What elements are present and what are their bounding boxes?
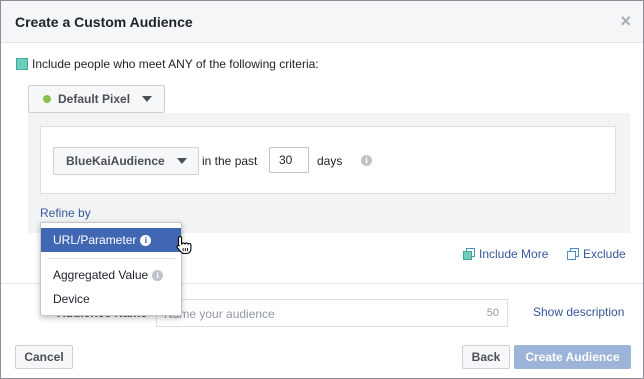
info-icon[interactable]: i — [361, 155, 372, 166]
audience-source-dropdown[interactable]: BlueKaiAudience — [53, 147, 199, 175]
menu-item-device[interactable]: Device — [41, 287, 181, 311]
criteria-text: Include people who meet ANY of the follo… — [32, 57, 319, 71]
dialog-title: Create a Custom Audience — [15, 14, 193, 30]
include-more-label: Include More — [479, 247, 549, 261]
menu-divider — [47, 258, 175, 259]
char-count: 50 — [486, 307, 499, 319]
info-icon: i — [152, 269, 164, 281]
pixel-label: Default Pixel — [58, 92, 131, 106]
chevron-down-icon — [142, 96, 153, 102]
criteria-row: Include people who meet ANY of the follo… — [16, 57, 319, 71]
hand-cursor-icon — [176, 235, 192, 255]
pixel-dropdown-button[interactable]: Default Pixel — [28, 85, 166, 113]
in-past-text: in the past — [202, 154, 258, 168]
include-more-icon — [463, 248, 475, 260]
exclude-link[interactable]: Exclude — [567, 247, 626, 261]
rule-box: BlueKaiAudience in the past 30 days i — [40, 126, 616, 194]
create-audience-button[interactable]: Create Audience — [514, 345, 631, 369]
menu-item-label: URL/Parameter — [53, 233, 137, 247]
create-custom-audience-dialog: Create a Custom Audience × Include peopl… — [0, 0, 644, 379]
exclude-label: Exclude — [583, 247, 626, 261]
menu-item-label: Aggregated Value — [53, 268, 149, 282]
show-description-link[interactable]: Show description — [533, 305, 624, 319]
chevron-down-icon — [176, 158, 187, 164]
days-input[interactable]: 30 — [269, 147, 309, 173]
pixel-status-icon — [43, 95, 51, 103]
include-swatch-icon — [16, 58, 28, 70]
exclude-icon — [567, 248, 579, 260]
include-more-link[interactable]: Include More — [463, 247, 548, 261]
rule-panel: BlueKaiAudience in the past 30 days i Re… — [28, 113, 630, 233]
menu-item-label: Device — [53, 292, 90, 306]
menu-item-aggregated-value[interactable]: Aggregated Value i — [41, 263, 181, 287]
dialog-header: Create a Custom Audience × — [1, 1, 643, 43]
days-label: days — [317, 154, 343, 168]
close-icon[interactable]: × — [620, 12, 631, 30]
cancel-button[interactable]: Cancel — [15, 345, 73, 369]
audience-name-input[interactable]: Name your audience 50 — [156, 299, 508, 327]
refine-by-link[interactable]: Refine by — [40, 206, 91, 220]
refine-by-menu: URL/Parameter i Aggregated Value i Devic… — [40, 222, 182, 316]
menu-item-url-parameter[interactable]: URL/Parameter i — [41, 228, 181, 252]
back-button[interactable]: Back — [462, 345, 510, 369]
info-icon: i — [140, 234, 152, 246]
audience-source-label: BlueKaiAudience — [66, 154, 165, 168]
